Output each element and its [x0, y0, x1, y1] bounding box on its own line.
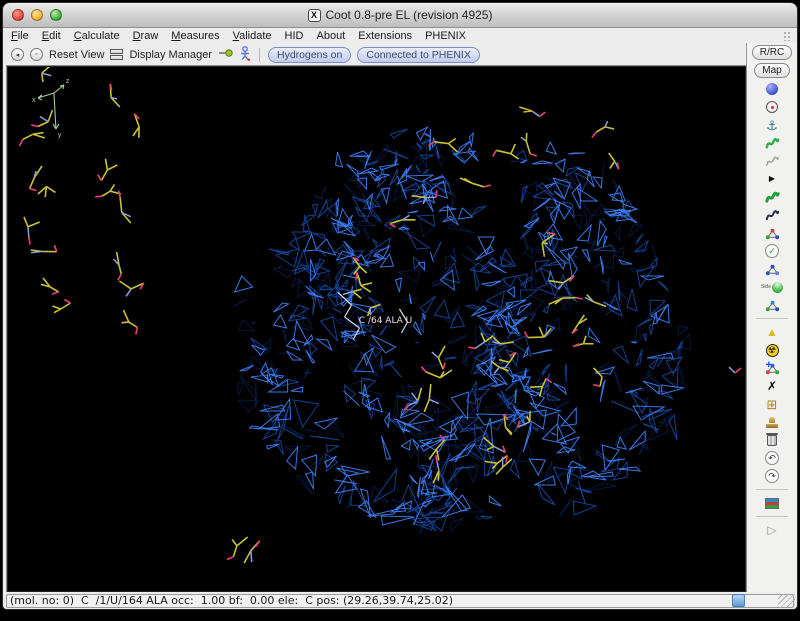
- refine-sphere-icon[interactable]: [766, 81, 778, 97]
- close-button[interactable]: [12, 9, 24, 21]
- window-title-text: Coot 0.8-pre EL (revision 4925): [326, 8, 493, 22]
- sidebar-separator: [756, 318, 788, 319]
- atom-label: C /64 ALA U: [359, 316, 412, 326]
- menu-items: File Edit Calculate Draw Measures Validate HID…: [11, 30, 479, 42]
- status-text: (mol. no: 0) C /1/U/164 ALA occ: 1.00 bf…: [7, 594, 453, 607]
- right-toolbar: R/RC Map ⚓ ▶ ✓ Side ▲ ☢ ✗ ⊞ ↶ ↷ ▷: [746, 43, 797, 592]
- real-space-refine-icon[interactable]: [765, 135, 780, 151]
- stamp-icon[interactable]: [766, 414, 778, 430]
- hydrogens-toggle-button[interactable]: Hydrogens on: [268, 47, 351, 63]
- side-chain-flip-icon[interactable]: Side: [761, 279, 783, 295]
- display-manager-button[interactable]: Display Manager: [129, 49, 212, 61]
- x11-icon: X: [308, 9, 321, 22]
- sidebar-separator: [756, 489, 788, 490]
- zoom-button[interactable]: [50, 9, 62, 21]
- svg-text:x: x: [32, 97, 36, 104]
- edit-backbone-torsion-icon[interactable]: ✓: [765, 243, 779, 259]
- sphere-refine-timer-icon[interactable]: [766, 99, 778, 115]
- regularize-zone-icon[interactable]: [765, 153, 780, 169]
- mutate-residue-icon[interactable]: ☢: [766, 342, 779, 358]
- sidebar-scroll-indicator[interactable]: [732, 594, 745, 607]
- reset-view-button[interactable]: Reset View: [49, 49, 104, 61]
- molecule-person-icon[interactable]: [239, 46, 251, 64]
- menu-hid[interactable]: HID: [285, 30, 304, 42]
- menu-about[interactable]: About: [317, 30, 346, 42]
- molecule-scene: x z y: [8, 67, 745, 591]
- screen: X Coot 0.8-pre EL (revision 4925) File Ed…: [0, 0, 800, 621]
- display-manager-icon[interactable]: [110, 49, 123, 60]
- anchor-icon[interactable]: ⚓: [766, 117, 778, 133]
- main-toolbar: ◂ ▫ Reset View Display Manager Hydrogens…: [7, 43, 746, 66]
- graphics-canvas[interactable]: x z y C /64 ALA U: [7, 66, 746, 592]
- run-script-icon[interactable]: ▷: [767, 522, 776, 538]
- phenix-connection-button[interactable]: Connected to PHENIX: [357, 47, 479, 63]
- refine-control-button[interactable]: R/RC: [752, 45, 792, 60]
- minimize-button[interactable]: [31, 9, 43, 21]
- add-alt-conf-icon[interactable]: ▲: [766, 324, 778, 340]
- simple-mutate-icon[interactable]: [765, 360, 780, 376]
- window-title: X Coot 0.8-pre EL (revision 4925): [308, 8, 493, 22]
- menu-calculate[interactable]: Calculate: [74, 30, 120, 42]
- toolbar-collapse-button[interactable]: ◂: [11, 48, 24, 61]
- svg-text:y: y: [58, 132, 62, 139]
- trash-icon[interactable]: [767, 432, 777, 448]
- status-bar: (mol. no: 0) C /1/U/164 ALA occ: 1.00 bf…: [3, 592, 797, 609]
- rigid-body-fit-icon[interactable]: ▶: [769, 171, 775, 187]
- menu-measures[interactable]: Measures: [171, 30, 219, 42]
- menu-draw[interactable]: Draw: [133, 30, 159, 42]
- status-frame: (mol. no: 0) C /1/U/164 ALA occ: 1.00 bf…: [6, 594, 794, 608]
- menu-file[interactable]: File: [11, 30, 29, 42]
- sidebar-separator: [756, 516, 788, 517]
- rotate-translate-icon[interactable]: [765, 189, 780, 205]
- window-controls: [12, 9, 62, 21]
- run-refmac-icon[interactable]: [765, 495, 779, 511]
- menu-bar: File Edit Calculate Draw Measures Validate HID…: [3, 28, 797, 43]
- app-window: X Coot 0.8-pre EL (revision 4925) File Ed…: [2, 2, 798, 610]
- menubar-grip[interactable]: [783, 31, 791, 41]
- jed-flip-icon[interactable]: [765, 297, 780, 313]
- window-resize-grip[interactable]: [778, 594, 795, 608]
- menu-extensions[interactable]: Extensions: [358, 30, 412, 42]
- delete-item-icon[interactable]: ✗: [767, 378, 777, 394]
- menu-edit[interactable]: Edit: [42, 30, 61, 42]
- menu-phenix[interactable]: PHENIX: [425, 30, 466, 42]
- svg-text:z: z: [66, 78, 70, 85]
- key-icon[interactable]: [218, 46, 233, 63]
- rotamers-icon[interactable]: [765, 225, 780, 241]
- edit-chi-angles-icon[interactable]: [765, 261, 780, 277]
- map-button[interactable]: Map: [754, 63, 789, 78]
- sidebar-tools: ⚓ ▶ ✓ Side ▲ ☢ ✗ ⊞ ↶ ↷ ▷: [756, 81, 788, 538]
- redo-icon[interactable]: ↷: [765, 468, 779, 484]
- title-bar[interactable]: X Coot 0.8-pre EL (revision 4925): [3, 3, 797, 28]
- toolbar-overflow-button[interactable]: ▫: [30, 48, 43, 61]
- place-atom-at-pointer-icon[interactable]: ⊞: [767, 396, 778, 412]
- menu-validate[interactable]: Validate: [233, 30, 272, 42]
- undo-icon[interactable]: ↶: [765, 450, 779, 466]
- auto-fit-rotamer-icon[interactable]: [765, 207, 780, 223]
- toolbar-separator: [259, 48, 260, 62]
